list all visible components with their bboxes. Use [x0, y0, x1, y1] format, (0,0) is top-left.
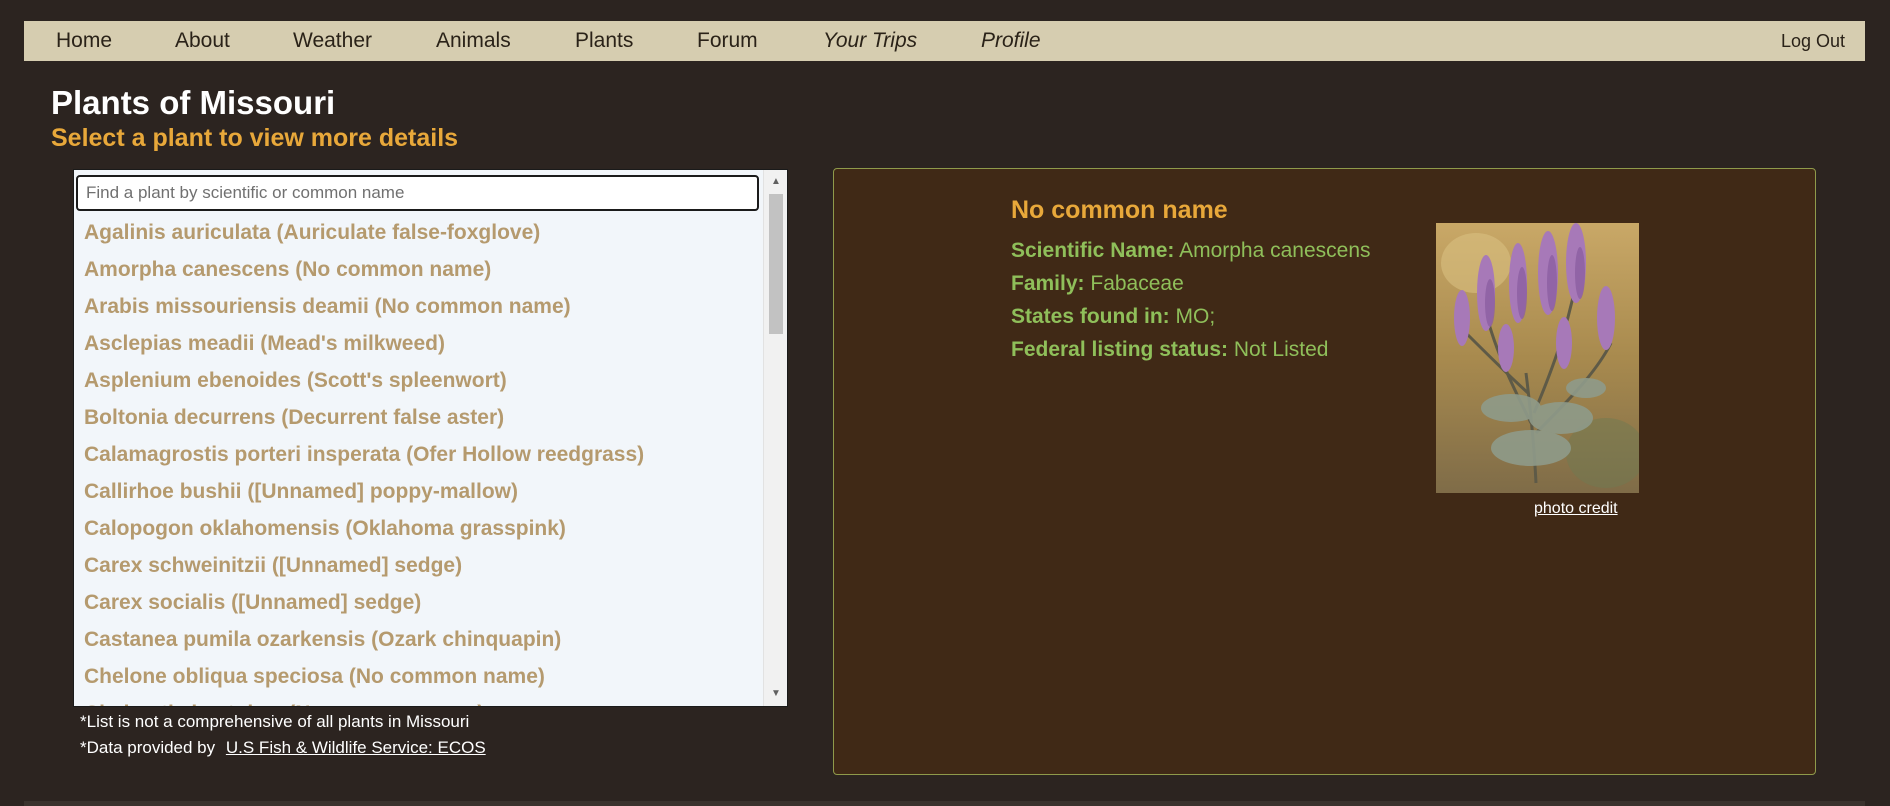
plant-list-item[interactable]: Agalinis auriculata (Auriculate false-fo… [74, 214, 762, 251]
family-row: Family: Fabaceae [1011, 271, 1371, 297]
plant-list-item[interactable]: Carex socialis ([Unnamed] sedge) [74, 584, 762, 621]
nav-profile[interactable]: Profile [981, 21, 1041, 61]
plant-list-item[interactable]: Chelone obliqua speciosa (No common name… [74, 658, 762, 695]
listing-status-row: Federal listing status: Not Listed [1011, 337, 1371, 363]
page-title: Plants of Missouri [51, 84, 336, 121]
nav-weather[interactable]: Weather [293, 21, 372, 61]
scientific-name-row: Scientific Name: Amorpha canescens [1011, 238, 1371, 264]
plant-list-item[interactable]: Calamagrostis porteri insperata (Ofer Ho… [74, 436, 762, 473]
plant-list-item[interactable]: Boltonia decurrens (Decurrent false aste… [74, 399, 762, 436]
nav-plants[interactable]: Plants [575, 21, 633, 61]
list-disclaimer: *List is not a comprehensive of all plan… [80, 712, 470, 731]
nav-animals[interactable]: Animals [436, 21, 511, 61]
scientific-name-label: Scientific Name: [1011, 239, 1175, 262]
plant-list-item[interactable]: Asplenium ebenoides (Scott's spleenwort) [74, 362, 762, 399]
plant-list-item[interactable]: Asclepias meadii (Mead's milkweed) [74, 325, 762, 362]
ecos-link[interactable]: U.S Fish & Wildlife Service: ECOS [226, 738, 486, 757]
listing-status-value: Not Listed [1233, 338, 1329, 361]
plant-detail-panel: No common name Scientific Name: Amorpha … [833, 168, 1816, 775]
plant-list: Agalinis auriculata (Auriculate false-fo… [74, 214, 762, 706]
nav-home[interactable]: Home [56, 21, 112, 61]
plant-select-box: Agalinis auriculata (Auriculate false-fo… [73, 169, 788, 707]
scroll-thumb[interactable] [769, 194, 783, 334]
plant-list-item[interactable]: Cladrastis kentukea (No common name) [74, 695, 762, 706]
plant-search-input[interactable] [76, 175, 759, 211]
states-value: MO; [1175, 305, 1216, 328]
data-source-note: *Data provided by U.S Fish & Wildlife Se… [80, 738, 486, 758]
photo-credit-link[interactable]: photo credit [1534, 500, 1618, 518]
page-subtitle: Select a plant to view more details [51, 124, 459, 152]
list-scrollbar[interactable]: ▲ ▼ [763, 170, 787, 706]
plant-photo [1436, 223, 1639, 493]
nav-about[interactable]: About [175, 21, 230, 61]
plant-list-item[interactable]: Castanea pumila ozarkensis (Ozark chinqu… [74, 621, 762, 658]
plant-list-item[interactable]: Callirhoe bushii ([Unnamed] poppy-mallow… [74, 473, 762, 510]
states-label: States found in: [1011, 305, 1170, 328]
family-value: Fabaceae [1090, 272, 1184, 295]
listing-status-label: Federal listing status: [1011, 338, 1229, 361]
nav-forum[interactable]: Forum [697, 21, 758, 61]
family-label: Family: [1011, 272, 1085, 295]
scientific-name-value: Amorpha canescens [1179, 239, 1371, 262]
scroll-down-arrow-icon[interactable]: ▼ [764, 685, 787, 703]
plant-list-item[interactable]: Amorpha canescens (No common name) [74, 251, 762, 288]
plant-list-item[interactable]: Carex schweinitzii ([Unnamed] sedge) [74, 547, 762, 584]
top-navbar: Home About Weather Animals Plants Forum … [24, 21, 1865, 61]
states-row: States found in: MO; [1011, 304, 1371, 330]
detail-common-name: No common name [1011, 196, 1228, 224]
bottom-strip [24, 801, 1865, 806]
detail-info: Scientific Name: Amorpha canescens Famil… [1011, 238, 1371, 370]
nav-your-trips[interactable]: Your Trips [823, 21, 917, 61]
plant-list-item[interactable]: Calopogon oklahomensis (Oklahoma grasspi… [74, 510, 762, 547]
data-source-prefix: *Data provided by [80, 738, 216, 757]
plant-list-item[interactable]: Arabis missouriensis deamii (No common n… [74, 288, 762, 325]
scroll-up-arrow-icon[interactable]: ▲ [764, 173, 787, 191]
logout-link[interactable]: Log Out [1781, 21, 1845, 61]
